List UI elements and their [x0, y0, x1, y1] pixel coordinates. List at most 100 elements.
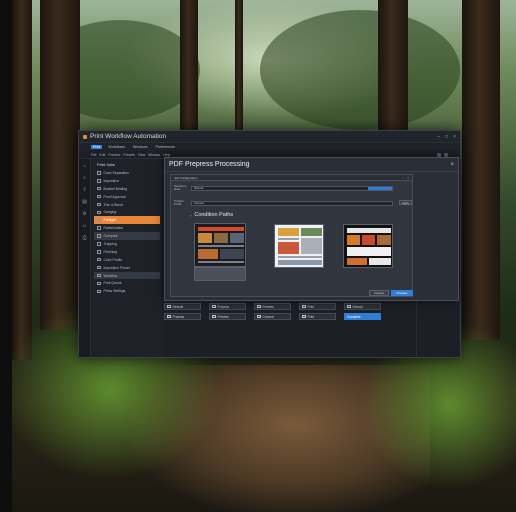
close-window-button[interactable]: × [453, 134, 456, 140]
sidebar-item[interactable]: Trapping [94, 240, 160, 248]
folder-icon[interactable]: ▤ [82, 199, 87, 205]
page-thumbnail-3[interactable] [343, 224, 393, 268]
apply-button[interactable]: Apply [399, 200, 412, 205]
tree-trunk [235, 0, 243, 140]
thumb-image [278, 228, 299, 236]
workspace-action-button[interactable]: Preview [209, 313, 246, 320]
condition-paths-header[interactable]: › Condition Paths [190, 212, 233, 218]
preflight-label: Preflight Profile [174, 200, 184, 206]
resolution-field[interactable]: Normal [191, 185, 393, 191]
toolbar-file[interactable]: File [91, 153, 96, 157]
gear-icon[interactable]: ⚙ [82, 211, 86, 217]
sidebar-item[interactable]: Imposition Preset [94, 264, 160, 272]
sidebar-item-label: Booklet Binding [103, 186, 128, 191]
thumb-image [278, 260, 322, 265]
menu-print[interactable]: Print [91, 145, 103, 149]
sidebar-item-label: Imposition [103, 178, 119, 183]
menu-bar: Print Workflows Windows Preferences [79, 143, 460, 151]
menu-preferences[interactable]: Preferences [154, 145, 177, 149]
toolbar-view[interactable]: View [138, 153, 145, 157]
job-icon [97, 234, 101, 238]
action-icon [302, 315, 306, 318]
sidebar-item[interactable]: Rasterization [94, 224, 160, 232]
menu-windows[interactable]: Windows [131, 145, 150, 149]
workspace-action-button[interactable]: Rebuild [164, 303, 201, 310]
workspace-action-label: Process [172, 314, 185, 319]
workspace-action-button[interactable]: Convert [254, 313, 291, 320]
action-icon [302, 305, 306, 308]
sidebar-item[interactable]: Preflight [94, 216, 160, 225]
job-icon [97, 242, 101, 246]
sidebar-item[interactable]: Press Settings [94, 287, 160, 295]
sidebar-item-label: Overprint [103, 234, 118, 239]
print-icon[interactable]: ⎙ [82, 235, 86, 241]
resolution-row: Resolution Mode Normal [174, 185, 393, 191]
workspace-action-button[interactable]: Process [164, 313, 201, 320]
thumb-text [198, 245, 244, 247]
workspace-action-button[interactable]: Reload [344, 303, 381, 310]
sidebar-item[interactable]: Print Queue [94, 279, 160, 287]
workspace-action-button[interactable]: Complete [344, 313, 381, 320]
workspace-action-button[interactable]: Print [299, 303, 336, 310]
grid-icon[interactable] [444, 152, 448, 157]
dialog-title-bar: PDF Prepress Processing × [165, 158, 458, 172]
thumb-text [198, 261, 244, 263]
workspace-action-button[interactable]: Print [299, 313, 336, 320]
upload-icon[interactable]: ⇪ [82, 187, 86, 193]
menu-workflows[interactable]: Workflows [106, 145, 127, 149]
sidebar-item-label: Ganging [103, 210, 117, 215]
sidebar: Print Jobs Color Separation Imposition Boo… [92, 159, 162, 357]
sidebar-item[interactable]: Booklet Binding [94, 185, 160, 193]
sidebar-item[interactable]: Proof Approval [94, 193, 160, 201]
page-thumbnail-2[interactable] [274, 224, 324, 268]
process-button[interactable]: Process [391, 290, 413, 296]
sidebar-item[interactable]: Finishing [94, 248, 160, 256]
thumbnail-1-caption-area [194, 267, 246, 281]
user-icon[interactable]: ☺ [82, 223, 87, 229]
job-icon [97, 257, 101, 262]
toolbar-presets[interactable]: Presets [123, 153, 135, 157]
preflight-row: Preflight Profile Convert [174, 200, 393, 206]
cancel-button[interactable]: Cancel [369, 290, 389, 296]
sidebar-item[interactable]: Workflow [94, 271, 160, 280]
job-icon [97, 194, 101, 199]
settings-icon[interactable] [437, 152, 441, 157]
preflight-field[interactable]: Convert [191, 200, 393, 206]
workspace-action-label: Convert [262, 314, 274, 319]
sidebar-list: Color Separation Imposition Booklet Bindin… [94, 169, 160, 295]
sidebar-item[interactable]: Imposition [94, 177, 160, 185]
search-icon[interactable]: ⌕ [83, 175, 86, 181]
icon-rail: ⌂ ⌕ ⇪ ▤ ⚙ ☺ ⎙ [79, 159, 91, 357]
toolbar-help[interactable]: Help [163, 153, 170, 157]
panel-close-button[interactable]: × [407, 176, 409, 180]
maximize-button[interactable]: □ [445, 134, 448, 140]
thumb-text [347, 247, 391, 256]
workspace-action-button[interactable]: Process [209, 303, 246, 310]
toolbar-edit[interactable]: Edit [99, 153, 105, 157]
toolbar-preview[interactable]: Preview [108, 153, 120, 157]
job-icon [97, 265, 101, 270]
sidebar-item[interactable]: Ganging [94, 208, 160, 216]
sidebar-item[interactable]: Trim & Bleed [94, 201, 160, 209]
home-icon[interactable]: ⌂ [83, 163, 86, 169]
minimize-button[interactable]: – [437, 134, 440, 140]
dialog-title: PDF Prepress Processing [169, 161, 250, 168]
app-logo-icon [83, 134, 87, 139]
thumb-image [377, 235, 391, 245]
resolution-value: Normal [194, 186, 204, 190]
sidebar-item[interactable]: Overprint [94, 232, 160, 241]
job-icon [97, 218, 101, 223]
workspace-action-button[interactable]: Preview [254, 303, 291, 310]
dialog-close-button[interactable]: × [450, 162, 454, 168]
panel-minimize-button[interactable]: – [403, 176, 405, 180]
sidebar-item[interactable]: Color Profile [94, 256, 160, 264]
toolbar-window[interactable]: Window [148, 153, 160, 157]
sidebar-item-label: Proof Approval [103, 194, 126, 199]
page-thumbnail-1[interactable] [194, 223, 246, 267]
sidebar-item[interactable]: Color Separation [94, 169, 160, 177]
thumb-image [214, 233, 228, 243]
job-icon [97, 202, 101, 207]
thumb-image [198, 249, 218, 259]
thumb-image [278, 242, 299, 254]
condition-paths-title: Condition Paths [194, 212, 234, 218]
